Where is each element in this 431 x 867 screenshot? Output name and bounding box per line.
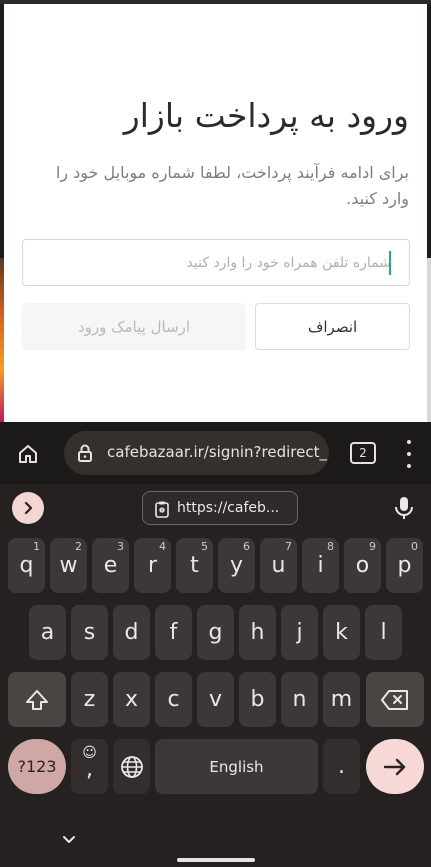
key-u[interactable]: u7 xyxy=(260,538,297,593)
period-key[interactable]: . xyxy=(323,739,360,794)
text-caret xyxy=(389,251,391,275)
clipboard-text: https://cafeb... xyxy=(177,500,280,516)
key-e[interactable]: e3 xyxy=(92,538,129,593)
key-o[interactable]: o9 xyxy=(344,538,381,593)
key-s[interactable]: s xyxy=(71,605,108,660)
key-m[interactable]: m xyxy=(323,672,360,727)
chevron-right-icon xyxy=(24,501,33,515)
key-q[interactable]: q1 xyxy=(8,538,45,593)
key-b[interactable]: b xyxy=(239,672,276,727)
shift-icon xyxy=(26,689,48,710)
home-icon[interactable] xyxy=(12,438,44,470)
browser-toolbar: cafebazaar.ir/signin?redirect_u 2 xyxy=(0,422,431,484)
key-hint: 2 xyxy=(75,540,82,553)
key-y[interactable]: y6 xyxy=(218,538,255,593)
language-key[interactable] xyxy=(113,739,150,794)
key-v[interactable]: v xyxy=(197,672,234,727)
soft-keyboard: https://cafeb... ?123 ☺ , English . q1w2… xyxy=(0,484,431,867)
clipboard-suggestion[interactable]: https://cafeb... xyxy=(142,491,298,525)
phone-field[interactable] xyxy=(22,239,410,286)
key-r[interactable]: r4 xyxy=(134,538,171,593)
key-t[interactable]: t5 xyxy=(176,538,213,593)
key-l[interactable]: l xyxy=(365,605,402,660)
cancel-button[interactable]: انصراف xyxy=(255,303,410,350)
more-vert-icon[interactable] xyxy=(399,440,419,468)
gesture-home-bar[interactable] xyxy=(177,858,255,862)
space-key[interactable]: English xyxy=(155,739,318,794)
address-bar[interactable]: cafebazaar.ir/signin?redirect_u xyxy=(64,431,329,475)
key-x[interactable]: x xyxy=(113,672,150,727)
send-sms-button[interactable]: ارسال پیامک ورود xyxy=(22,303,246,350)
backspace-icon xyxy=(381,689,408,710)
key-i[interactable]: i8 xyxy=(302,538,339,593)
key-j[interactable]: j xyxy=(281,605,318,660)
enter-key[interactable] xyxy=(366,739,424,794)
key-f[interactable]: f xyxy=(155,605,192,660)
clipboard-icon xyxy=(155,501,169,518)
comma-key[interactable]: ☺ , xyxy=(71,739,108,794)
key-g[interactable]: g xyxy=(197,605,234,660)
key-w[interactable]: w2 xyxy=(50,538,87,593)
dialog-title: ورود به پرداخت بازار xyxy=(123,96,409,135)
key-h[interactable]: h xyxy=(239,605,276,660)
key-hint: 9 xyxy=(369,540,376,553)
key-a[interactable]: a xyxy=(29,605,66,660)
key-hint: 5 xyxy=(201,540,208,553)
key-hint: 6 xyxy=(243,540,250,553)
arrow-right-icon xyxy=(383,758,406,775)
chevron-down-icon[interactable] xyxy=(60,832,78,846)
key-hint: 1 xyxy=(33,540,40,553)
lock-icon[interactable] xyxy=(74,442,96,464)
key-hint: 4 xyxy=(159,540,166,553)
key-hint: 3 xyxy=(117,540,124,553)
key-hint: 7 xyxy=(285,540,292,553)
url-text[interactable]: cafebazaar.ir/signin?redirect_u xyxy=(107,443,327,461)
symbols-key[interactable]: ?123 xyxy=(8,739,66,794)
login-dialog xyxy=(4,4,427,422)
tab-switcher-button[interactable]: 2 xyxy=(350,442,376,464)
globe-icon xyxy=(120,755,143,778)
key-hint: 8 xyxy=(327,540,334,553)
microphone-icon[interactable] xyxy=(392,494,416,522)
key-n[interactable]: n xyxy=(281,672,318,727)
shift-key[interactable] xyxy=(8,672,66,727)
dialog-description: برای ادامه فرآیند پرداخت، لطفا شماره موب… xyxy=(55,163,409,208)
key-p[interactable]: p0 xyxy=(386,538,423,593)
phone-input[interactable] xyxy=(23,240,409,285)
key-c[interactable]: c xyxy=(155,672,192,727)
key-d[interactable]: d xyxy=(113,605,150,660)
expand-toolbar-button[interactable] xyxy=(12,492,44,524)
key-z[interactable]: z xyxy=(71,672,108,727)
backspace-key[interactable] xyxy=(366,672,424,727)
key-k[interactable]: k xyxy=(323,605,360,660)
key-hint: 0 xyxy=(411,540,418,553)
